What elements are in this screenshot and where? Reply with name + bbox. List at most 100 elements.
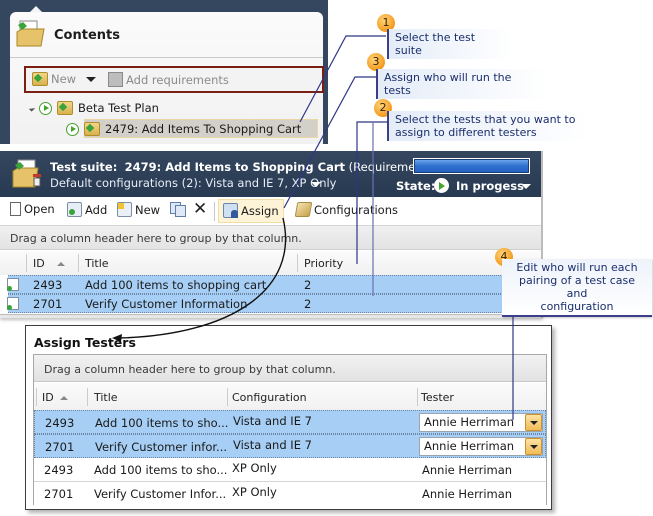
group-by-area[interactable]: Drag a column header here to group by th…: [0, 226, 543, 250]
callout-2-line1: Select the tests that you want to: [395, 113, 576, 126]
column-header-id[interactable]: ID: [42, 391, 68, 404]
column-header-title[interactable]: Title: [85, 257, 109, 270]
open-button[interactable]: Open: [10, 202, 55, 216]
configurations-dropdown-icon[interactable]: [311, 182, 321, 187]
cell-title: Add 100 items to shopping cart: [85, 278, 267, 292]
new-suite-icon: [32, 72, 48, 86]
tester-value: Annie Herriman: [424, 439, 515, 453]
tester-value: Annie Herriman: [424, 415, 515, 429]
callout-2-line2: assign to different testers: [395, 126, 537, 139]
column-separator: [78, 254, 79, 272]
table-row[interactable]: 2701 Verify Customer Infor... XP Only An…: [34, 482, 546, 506]
new-suite-button[interactable]: New: [32, 72, 76, 86]
expand-triangle-icon[interactable]: [28, 104, 36, 112]
suite-progress-bar: [413, 158, 530, 174]
state-value[interactable]: In progess: [456, 179, 524, 193]
contents-title: Contents: [54, 28, 120, 43]
assign-icon: [223, 203, 238, 218]
add-label: Add: [85, 202, 108, 217]
tester-combobox[interactable]: Annie Herriman: [419, 413, 543, 432]
cell-id: 2493: [44, 463, 74, 477]
tester-combobox[interactable]: Annie Herriman: [419, 437, 543, 456]
in-progress-icon: [66, 122, 79, 136]
contents-folder-icon: [16, 20, 45, 47]
callout-4-line1: Edit who will run each: [516, 261, 638, 274]
cell-title: Verify Customer Infor...: [94, 487, 227, 501]
add-icon: [67, 202, 82, 217]
new-button[interactable]: New: [117, 202, 160, 217]
test-suite-title: Test suite: 2479: Add Items to Shopping …: [50, 160, 465, 174]
progress-fill: [415, 160, 528, 172]
cell-id: 2493: [45, 416, 75, 430]
table-row[interactable]: 2701 Verify Customer Information 2: [7, 294, 541, 313]
cell-title: Verify Customer Information: [85, 297, 248, 311]
suite-title-name: 2479: Add Items to Shopping Cart: [124, 160, 346, 174]
column-separator: [297, 254, 298, 272]
cell-configuration: XP Only: [232, 461, 277, 475]
suite-title-prefix: Test suite:: [50, 160, 118, 174]
test-suite-header: Test suite: 2479: Add Items to Shopping …: [0, 151, 543, 197]
cell-priority: 2: [304, 297, 312, 311]
column-header-id[interactable]: ID: [33, 257, 65, 270]
cell-id: 2701: [45, 440, 75, 454]
column-header-title[interactable]: Title: [94, 391, 118, 404]
column-separator: [227, 388, 228, 406]
column-separator: [417, 388, 418, 406]
assign-button[interactable]: Assign: [218, 199, 284, 223]
configurations-button[interactable]: Configurations: [294, 202, 398, 217]
suite-panel-bottom-edge: [0, 314, 543, 318]
assign-testers-grid: Drag a column header here to group by th…: [33, 354, 547, 505]
add-requirements-button[interactable]: Add requirements: [108, 72, 229, 87]
suite-toolbar: Open Add New ✕ Assign Configurations: [0, 197, 543, 226]
test-case-icon: [7, 297, 19, 310]
column-header-configuration[interactable]: Configuration: [232, 391, 307, 404]
cell-configuration: XP Only: [232, 485, 277, 499]
close-icon: ✕: [193, 199, 208, 219]
new-icon: [117, 202, 132, 217]
tree-item-test-suite[interactable]: 2479: Add Items To Shopping Cart: [66, 119, 320, 139]
tree-item-label: 2479: Add Items To Shopping Cart: [105, 122, 302, 136]
add-requirements-icon: [108, 72, 123, 87]
add-requirements-label: Add requirements: [126, 72, 229, 87]
cell-configuration: Vista and IE 7: [233, 438, 312, 452]
dialog-title: Assign Testers: [34, 335, 136, 350]
sort-ascending-icon: [59, 396, 68, 400]
remove-button[interactable]: ✕: [193, 199, 208, 219]
table-row[interactable]: 2493 Add 100 items to sho... Vista and I…: [34, 410, 546, 434]
state-label: State:: [396, 179, 436, 193]
contents-panel-frame: Contents New Add requirements Beta Test …: [0, 0, 328, 144]
column-header-priority[interactable]: Priority: [304, 257, 343, 270]
callout-1: Select the test suite: [387, 29, 511, 59]
assign-button-content: Assign: [223, 203, 279, 218]
sort-ascending-icon: [56, 262, 65, 266]
cell-configuration: Vista and IE 7: [233, 414, 312, 428]
configurations-icon: [294, 202, 313, 217]
copy-button[interactable]: [170, 202, 186, 217]
cell-title: Add 100 items to sho...: [94, 463, 228, 477]
contents-panel: Contents New Add requirements Beta Test …: [10, 12, 324, 144]
table-row[interactable]: 2493 Add 100 items to shopping cart 2: [7, 275, 541, 294]
table-row[interactable]: 2493 Add 100 items to sho... XP Only Ann…: [34, 458, 546, 482]
new-dropdown-arrow-icon[interactable]: [86, 77, 96, 82]
test-suite-icon: [12, 159, 41, 188]
column-header-label: ID: [33, 257, 45, 270]
cell-tester[interactable]: Annie Herriman: [422, 463, 512, 477]
copy-icon: [170, 202, 186, 217]
column-header-label: ID: [42, 391, 54, 404]
cell-id: 2701: [44, 487, 74, 501]
table-row[interactable]: 2701 Verify Customer infor... Vista and …: [34, 434, 546, 458]
tree-item-test-plan[interactable]: Beta Test Plan: [28, 101, 159, 115]
open-label: Open: [24, 202, 55, 216]
dropdown-arrow-icon[interactable]: [525, 414, 542, 431]
new-label: New: [135, 202, 161, 217]
dropdown-arrow-icon[interactable]: [525, 438, 542, 455]
state-dropdown-icon[interactable]: [521, 184, 531, 189]
test-case-icon: [7, 278, 19, 291]
assign-label: Assign: [241, 203, 279, 218]
add-button[interactable]: Add: [67, 202, 107, 217]
toolbar-separator: [214, 202, 215, 221]
configurations-label: Configurations: [314, 202, 398, 217]
cell-tester[interactable]: Annie Herriman: [422, 487, 512, 501]
column-header-tester[interactable]: Tester: [421, 391, 454, 404]
group-by-area[interactable]: Drag a column header here to group by th…: [34, 355, 546, 382]
